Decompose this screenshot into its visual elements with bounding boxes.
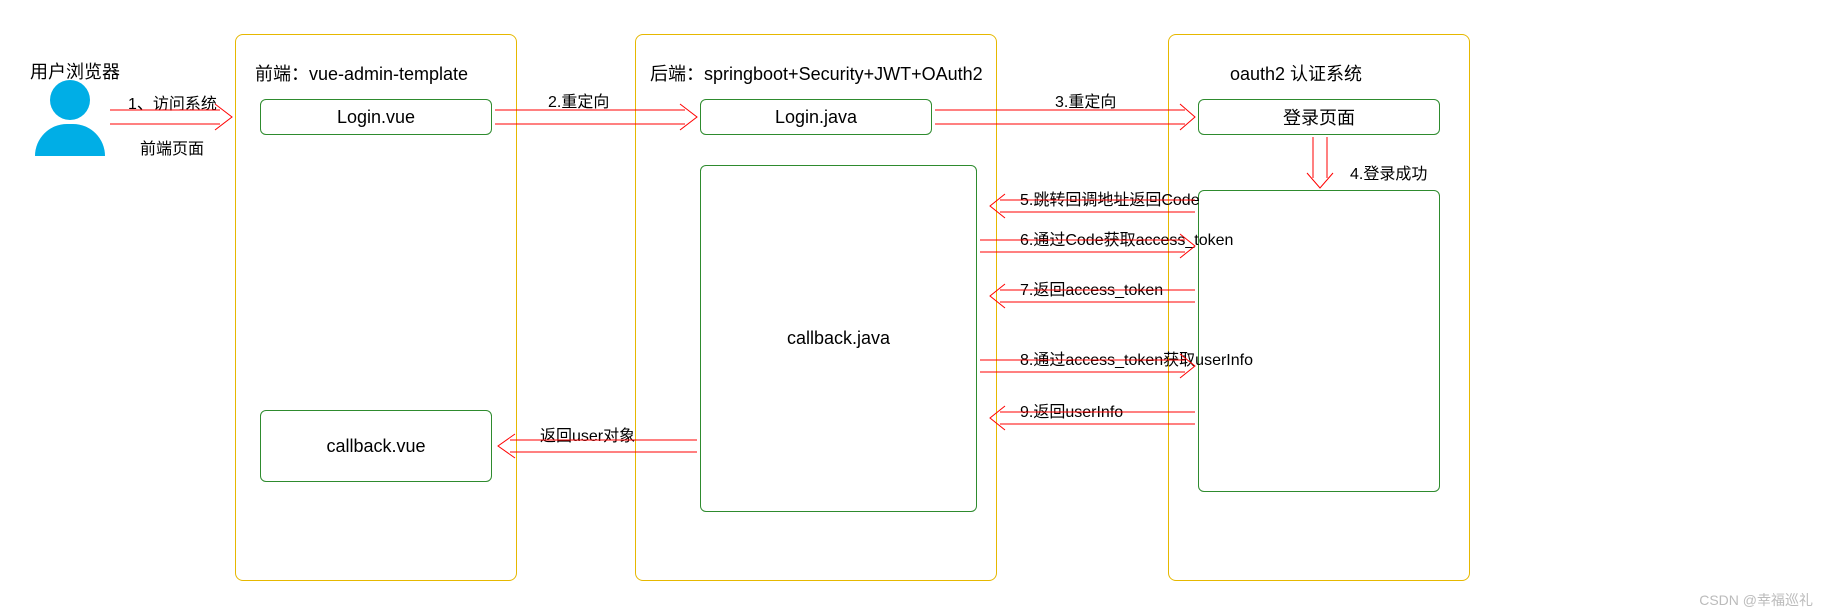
arrow8-label: 8.通过access_token获取userInfo: [1020, 346, 1253, 370]
frontend-title: 前端：vue-admin-template: [255, 60, 468, 86]
oauth-title: oauth2 认证系统: [1230, 60, 1362, 86]
arrow9-label: 9.返回userInfo: [1020, 398, 1123, 422]
arrow4-label: 4.登录成功: [1350, 160, 1427, 184]
return-user-label: 返回user对象: [540, 422, 635, 446]
login-vue-node: Login.vue: [260, 99, 492, 135]
callback-java-node: callback.java: [700, 165, 977, 512]
arrow7-label: 7.返回access_token: [1020, 276, 1163, 300]
watermark: CSDN @幸福巡礼: [1699, 590, 1813, 610]
oauth-resource-node: [1198, 190, 1440, 492]
login-page-node: 登录页面: [1198, 99, 1440, 135]
arrow5-label: 5.跳转回调地址返回Code: [1020, 186, 1200, 210]
user-icon: [35, 80, 105, 156]
arrow3-label: 3.重定向: [1055, 88, 1116, 112]
callback-vue-node: callback.vue: [260, 410, 492, 482]
backend-title: 后端：springboot+Security+JWT+OAuth2: [650, 60, 983, 86]
login-java-node: Login.java: [700, 99, 932, 135]
arrow1-label2: 前端页面: [140, 135, 204, 159]
arrow2-label: 2.重定向: [548, 88, 609, 112]
arrow6-label: 6.通过Code获取access_token: [1020, 226, 1233, 250]
user-label: 用户浏览器: [30, 58, 120, 84]
arrow1-label1: 1、访问系统: [128, 90, 217, 114]
